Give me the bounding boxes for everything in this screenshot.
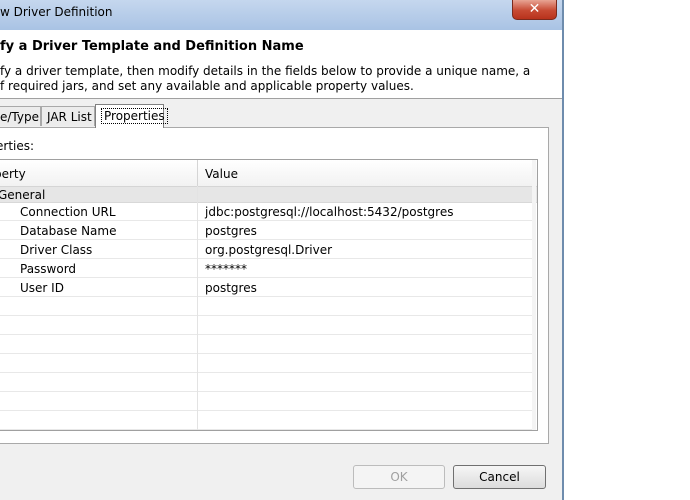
- table-row[interactable]: Connection URL jdbc:postgresql://localho…: [0, 203, 532, 221]
- property-value-password[interactable]: *******: [205, 262, 247, 276]
- column-divider[interactable]: [197, 160, 198, 186]
- close-icon: ✕: [528, 1, 541, 17]
- table-scrollbar[interactable]: [532, 160, 536, 430]
- header-divider: [0, 98, 562, 99]
- window-border: [562, 0, 564, 500]
- close-window-button[interactable]: ✕: [512, 0, 557, 20]
- table-row[interactable]: User ID postgres: [0, 279, 532, 297]
- page-title: fy a Driver Template and Definition Name: [0, 39, 304, 54]
- property-name-driver-class: Driver Class: [20, 243, 93, 257]
- properties-table[interactable]: perty Value General Connection URL jdbc:…: [0, 159, 538, 431]
- property-value-driver-class[interactable]: org.postgresql.Driver: [205, 243, 332, 257]
- tab-name-type[interactable]: e/Type: [0, 106, 41, 126]
- column-header-property[interactable]: perty: [0, 167, 26, 181]
- empty-table-row: [0, 355, 532, 373]
- empty-table-row: [0, 393, 532, 411]
- tab-label: Properties: [101, 108, 168, 124]
- window-title: w Driver Definition: [0, 5, 113, 19]
- empty-table-row: [0, 412, 532, 430]
- column-header-value[interactable]: Value: [205, 167, 238, 181]
- wizard-header: fy a Driver Template and Definition Name…: [0, 30, 562, 98]
- tab-jar-list[interactable]: JAR List: [41, 106, 95, 126]
- page-description-line-2: f required jars, and set any available a…: [0, 79, 414, 93]
- new-driver-definition-dialog: w Driver Definition ✕ fy a Driver Templa…: [0, 0, 563, 500]
- title-bar[interactable]: w Driver Definition ✕: [0, 0, 562, 30]
- table-header: perty Value: [0, 160, 537, 187]
- property-value-connection-url[interactable]: jdbc:postgresql://localhost:5432/postgre…: [205, 205, 453, 219]
- tab-properties[interactable]: Properties: [95, 104, 168, 128]
- table-row[interactable]: Database Name postgres: [0, 222, 532, 240]
- column-divider-line: [197, 186, 198, 430]
- tab-label: JAR List: [47, 110, 92, 124]
- ok-button: OK: [353, 465, 445, 489]
- tab-label: e/Type: [0, 110, 39, 124]
- table-row[interactable]: Driver Class org.postgresql.Driver: [0, 241, 532, 259]
- properties-label: erties:: [0, 139, 35, 153]
- table-row[interactable]: Password *******: [0, 260, 532, 278]
- property-name-password: Password: [20, 262, 77, 276]
- empty-table-row: [0, 298, 532, 316]
- property-name-database-name: Database Name: [20, 224, 117, 238]
- empty-table-row: [0, 374, 532, 392]
- empty-table-row: [0, 317, 532, 335]
- property-value-database-name[interactable]: postgres: [205, 224, 257, 238]
- empty-table-row: [0, 336, 532, 354]
- category-row-general[interactable]: General: [0, 187, 537, 203]
- category-label: General: [0, 188, 46, 202]
- property-name-connection-url: Connection URL: [20, 205, 116, 219]
- ok-button-label: OK: [390, 470, 408, 484]
- page-description-line-1: fy a driver template, then modify detail…: [0, 64, 531, 78]
- property-name-user-id: User ID: [20, 281, 64, 295]
- cancel-button-label: Cancel: [479, 470, 520, 484]
- property-value-user-id[interactable]: postgres: [205, 281, 257, 295]
- cancel-button[interactable]: Cancel: [453, 465, 546, 489]
